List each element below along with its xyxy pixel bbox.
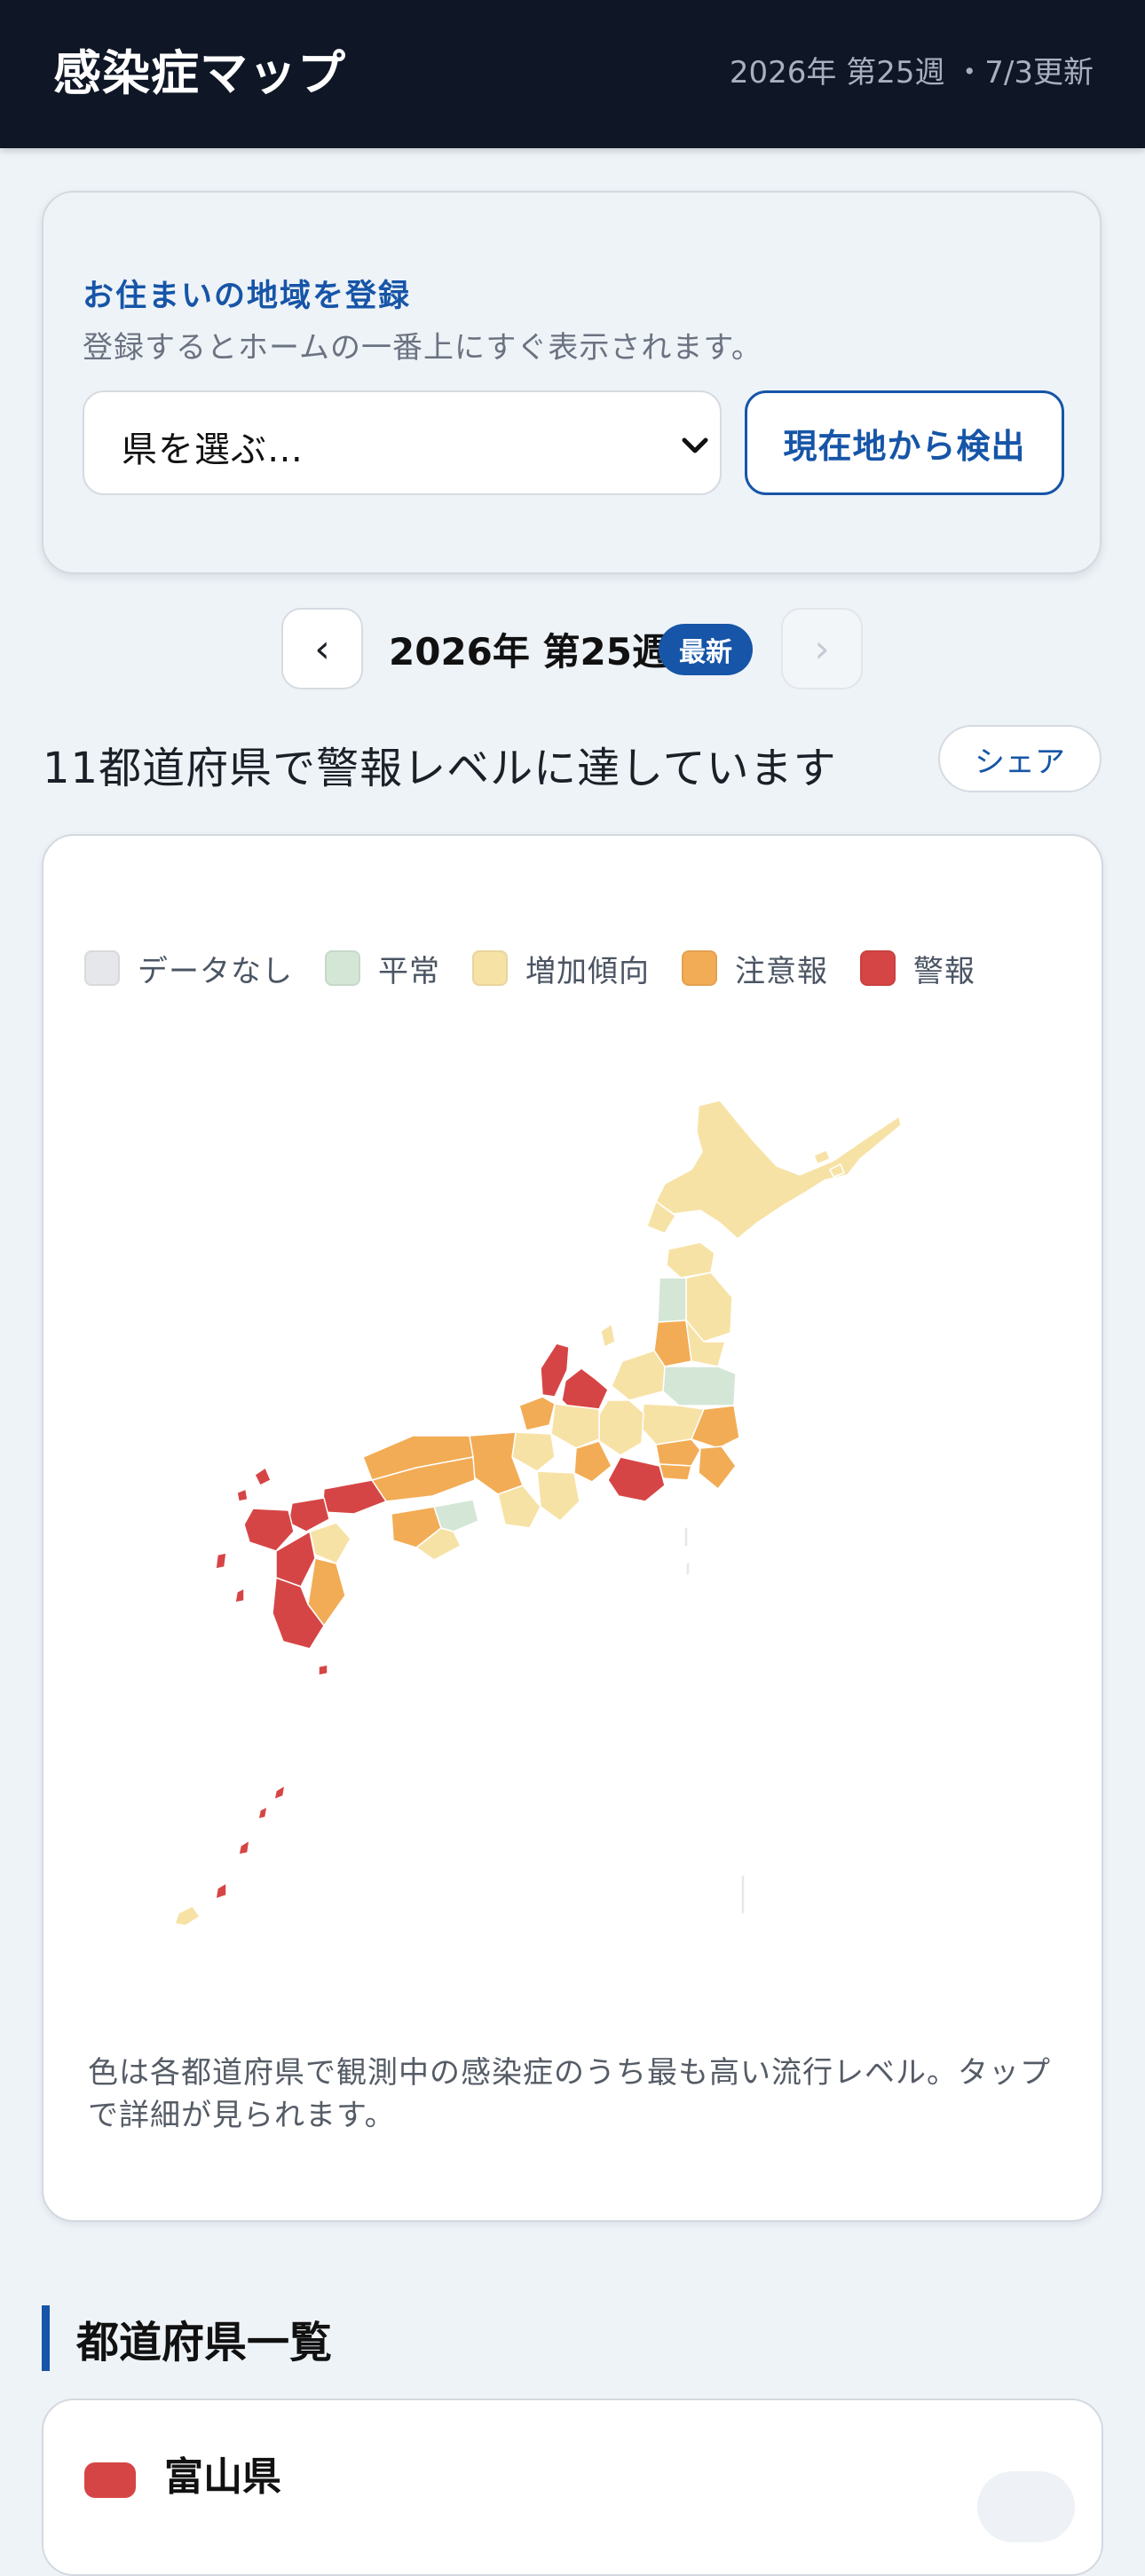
next-week-button[interactable]: ›	[781, 608, 863, 689]
region-aichi	[573, 1440, 612, 1483]
legend-item-no-data: データなし	[84, 947, 293, 990]
prefecture-list-heading: 都道府県一覧	[76, 2318, 333, 2367]
region-chiba	[698, 1446, 737, 1490]
map-note: 色は各都道府県で観測中の感染症のうち最も高い流行レベル。タップで詳細が見られます…	[88, 2055, 1051, 2133]
region-register-card: お住まいの地域を登録 登録するとホームの一番上にすぐ表示されます。 県を選ぶ… …	[42, 191, 1102, 574]
legend-label: データなし	[138, 953, 293, 989]
legend-label: 増加傾向	[525, 953, 650, 989]
legend-item-caution: 注意報	[682, 947, 828, 990]
update-status: 2026年 第25週 ・7/3更新	[729, 55, 1094, 91]
map-card: データなし 平常 増加傾向 注意報 警報 色は各都道府県で観測中の感染症のうち最…	[42, 834, 1103, 2222]
legend-label: 警報	[913, 953, 975, 989]
region-wakayama	[497, 1485, 541, 1529]
detect-location-button[interactable]: 現在地から検出	[745, 390, 1064, 495]
japan-map[interactable]	[43, 1084, 1105, 1989]
legend-item-increasing: 増加傾向	[472, 947, 650, 990]
legend-label: 注意報	[735, 953, 828, 989]
region-mie-nara	[536, 1470, 580, 1522]
region-okinawa-chain	[215, 1784, 286, 1900]
region-shiga-kyoto	[511, 1431, 556, 1472]
region-osaka-hyogo	[469, 1431, 524, 1495]
legend-item-warning: 警報	[860, 947, 975, 990]
app-header: 感染症マップ 2026年 第25週 ・7/3更新	[0, 0, 1145, 148]
alert-summary: 11都道府県で警報レベルに達しています	[43, 744, 837, 793]
region-okinawa-south	[174, 1905, 201, 1926]
previous-week-button[interactable]: ‹	[281, 608, 363, 689]
register-description: 登録するとホームの一番上にすぐ表示されます。	[83, 330, 762, 366]
region-kagawa-tokushima	[433, 1499, 479, 1532]
region-niigata	[611, 1350, 666, 1401]
region-yakushima	[318, 1664, 328, 1676]
region-tokyo-saitama	[655, 1438, 701, 1467]
region-fukushima	[662, 1366, 737, 1406]
app-title: 感染症マップ	[53, 45, 346, 101]
region-ogasawara	[740, 1873, 746, 1916]
region-toyama	[561, 1367, 609, 1412]
level-indicator	[84, 2462, 136, 2498]
region-yamanashi-nagano	[598, 1399, 644, 1456]
region-fukui	[518, 1396, 556, 1431]
prefecture-select[interactable]: 県を選ぶ…	[83, 390, 722, 495]
register-title: お住まいの地域を登録	[83, 279, 412, 314]
region-shizuoka	[607, 1456, 666, 1502]
region-islands-sado	[600, 1323, 616, 1348]
region-aomori	[666, 1241, 715, 1279]
section-accent-bar	[42, 2305, 50, 2371]
legend-swatch	[84, 950, 120, 986]
week-navigator: ‹ 2026年 第25週 最新 ›	[0, 608, 1145, 693]
region-oita	[309, 1522, 351, 1564]
expand-button[interactable]	[977, 2471, 1075, 2542]
region-kanagawa	[659, 1463, 692, 1481]
region-hokkaido	[655, 1099, 902, 1240]
prefecture-name: 富山県	[164, 2454, 281, 2500]
prefecture-select-value: 県を選ぶ…	[122, 429, 304, 470]
region-akita	[657, 1277, 687, 1323]
legend-label: 平常	[378, 953, 440, 989]
map-legend: データなし 平常 増加傾向 注意報 警報	[84, 946, 1007, 990]
region-izu-islands	[683, 1525, 691, 1577]
share-button[interactable]: シェア	[938, 725, 1102, 792]
chevron-down-icon	[682, 437, 708, 453]
legend-swatch	[860, 950, 896, 986]
current-week-label: 2026年 第25週	[389, 630, 669, 674]
latest-badge: 最新	[659, 624, 753, 675]
region-gifu	[550, 1403, 600, 1449]
legend-swatch	[682, 950, 717, 986]
legend-item-normal: 平常	[325, 947, 440, 990]
prefecture-list-item[interactable]: 富山県	[42, 2399, 1103, 2576]
legend-swatch	[325, 950, 360, 986]
legend-swatch	[472, 950, 508, 986]
